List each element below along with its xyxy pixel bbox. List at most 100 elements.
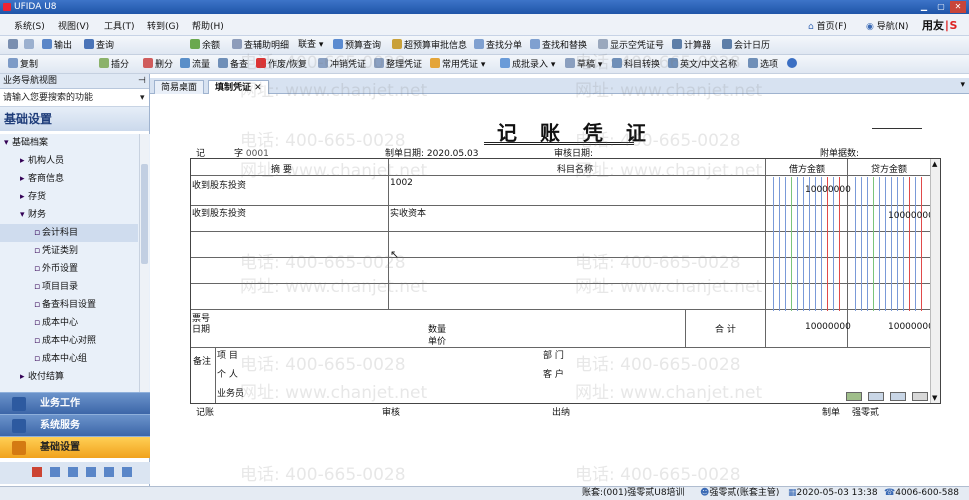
over-budget-button[interactable]: 超预算审批信息: [392, 39, 467, 52]
tree-item-finance[interactable]: ▾ 财务: [0, 206, 138, 224]
view-icon-4[interactable]: [912, 392, 928, 401]
find-split-button[interactable]: 查找分单: [474, 39, 522, 52]
link-query-button[interactable]: 联查 ▾: [298, 39, 323, 52]
menu-view[interactable]: 视图(V): [58, 19, 89, 32]
tree-item-inventory[interactable]: ▸ 存货: [0, 188, 138, 206]
quick-icon-6[interactable]: [122, 467, 132, 477]
department-label: 部 门: [543, 351, 564, 361]
menu-tools[interactable]: 工具(T): [104, 19, 135, 32]
print-button[interactable]: [8, 39, 20, 52]
tab-list-icon[interactable]: ▾: [960, 80, 965, 90]
tree-item-cost-center[interactable]: ▫ 成本中心: [0, 314, 138, 332]
accounting-calendar-button[interactable]: 会计日历: [722, 39, 770, 52]
tree-item-currency[interactable]: ▫ 外币设置: [0, 260, 138, 278]
maximize-icon[interactable]: ▢: [933, 1, 949, 13]
nav-header-label: 业务导航视图: [3, 76, 58, 86]
reverse-voucher-button[interactable]: 冲销凭证: [318, 58, 366, 71]
nav-scrollbar[interactable]: [139, 134, 149, 392]
find-replace-button[interactable]: 查找和替换: [530, 39, 587, 52]
tab-fill-voucher[interactable]: 填制凭证 ✕: [208, 80, 269, 94]
business-icon: [12, 397, 26, 411]
col-debit-header: 借方金额: [789, 165, 826, 175]
preview-button[interactable]: [24, 39, 36, 52]
tree-item-basic-archive[interactable]: ▾ 基础档案: [0, 134, 138, 152]
language-toggle-button[interactable]: 英文/中文名称: [668, 58, 737, 71]
options-button[interactable]: 选项: [748, 58, 778, 71]
void-restore-button[interactable]: 作废/恢复: [256, 58, 307, 71]
view-icon-1[interactable]: [846, 392, 862, 401]
show-empty-voucher-button[interactable]: 显示空凭证号: [598, 39, 664, 52]
salesman-label: 业务员: [217, 389, 245, 399]
account-convert-button[interactable]: 科目转换: [612, 58, 660, 71]
quick-icon-5[interactable]: [104, 467, 114, 477]
tree-item-project-catalog[interactable]: ▫ 项目目录: [0, 278, 138, 296]
row5-summary[interactable]: [192, 284, 388, 309]
menu-system[interactable]: 系统(S): [14, 19, 45, 32]
scroll-down-icon[interactable]: ▼: [932, 394, 937, 402]
aux-detail-button[interactable]: 查辅助明细: [232, 39, 289, 52]
tree-item-customer-vendor[interactable]: ▸ 客商信息: [0, 170, 138, 188]
menu-goto[interactable]: 转到(G): [147, 19, 179, 32]
export-button[interactable]: 输出: [42, 39, 72, 52]
row2-summary[interactable]: 收到股东投资: [192, 206, 246, 219]
chevron-down-icon[interactable]: ▾: [140, 89, 145, 107]
collapsed-icon: ▸: [20, 174, 25, 184]
quick-icon-2[interactable]: [50, 467, 60, 477]
view-icon-2[interactable]: [868, 392, 884, 401]
row1-account[interactable]: 1002: [390, 178, 413, 188]
organize-voucher-button[interactable]: 整理凭证: [374, 58, 422, 71]
common-voucher-button[interactable]: 常用凭证 ▾: [430, 58, 485, 71]
row1-summary[interactable]: 收到股东投资: [192, 178, 246, 191]
row3-summary[interactable]: [192, 232, 388, 257]
navigate-link[interactable]: ◉ 导航(N): [866, 19, 908, 32]
tree-item-cost-center-map[interactable]: ▫ 成本中心对照: [0, 332, 138, 350]
quick-icon-4[interactable]: [86, 467, 96, 477]
scroll-up-icon[interactable]: ▲: [932, 160, 937, 168]
query-button[interactable]: 查询: [84, 39, 114, 52]
nav-search-input[interactable]: 请输入您要搜索的功能 ▾: [0, 89, 149, 107]
budget-query-button[interactable]: 预算查询: [333, 39, 381, 52]
total-label: 合 计: [715, 325, 736, 335]
help-icon[interactable]: [787, 58, 799, 71]
copy-button[interactable]: 复制: [8, 58, 38, 71]
tree-item-memo-accounts[interactable]: ▫ 备查科目设置: [0, 296, 138, 314]
row1-debit[interactable]: 10000000: [805, 185, 851, 195]
quick-icon-3[interactable]: [68, 467, 78, 477]
tree-item-org-personnel[interactable]: ▸ 机构人员: [0, 152, 138, 170]
row2-account[interactable]: 实收资本: [390, 206, 426, 219]
module-system-service[interactable]: 系统服务: [0, 414, 150, 436]
balance-button[interactable]: 余额: [190, 39, 220, 52]
total-credit: 10000000: [888, 322, 934, 332]
delete-line-button[interactable]: 删分: [143, 58, 173, 71]
quick-icon-1[interactable]: [32, 467, 42, 477]
home-icon: ⌂: [808, 22, 817, 32]
minimize-icon[interactable]: ▁: [916, 1, 932, 13]
home-link[interactable]: ⌂ 首页(F): [808, 19, 847, 32]
insert-line-button[interactable]: 插分: [99, 58, 129, 71]
collapsed-icon: ▸: [20, 192, 25, 202]
close-icon[interactable]: ✕: [950, 1, 966, 13]
module-basic-settings[interactable]: 基础设置: [0, 436, 150, 458]
batch-entry-button[interactable]: 成批录入 ▾: [500, 58, 555, 71]
title-underline: [484, 142, 634, 145]
scroll-thumb[interactable]: [141, 164, 148, 264]
tree-item-cost-center-group[interactable]: ▫ 成本中心组: [0, 350, 138, 368]
maker-label: 制单: [822, 408, 841, 418]
pin-icon[interactable]: ⊣: [138, 74, 146, 89]
memo-button[interactable]: 备查: [218, 58, 248, 71]
voucher-scrollbar[interactable]: ▲ ▼: [930, 159, 940, 403]
draft-button[interactable]: 草稿 ▾: [565, 58, 602, 71]
tree-item-settlement[interactable]: ▸ 收付结算: [0, 368, 138, 386]
row2-credit[interactable]: 10000000: [888, 211, 934, 221]
cash-flow-button[interactable]: 流量: [180, 58, 210, 71]
menu-help[interactable]: 帮助(H): [192, 19, 224, 32]
tree-item-voucher-types[interactable]: ▫ 凭证类别: [0, 242, 138, 260]
nav-header: 业务导航视图 ⊣: [0, 74, 149, 89]
calculator-button[interactable]: 计算器: [672, 39, 711, 52]
module-business[interactable]: 业务工作: [0, 392, 150, 414]
tree-item-accounts[interactable]: ▫ 会计科目: [0, 224, 138, 242]
row4-summary[interactable]: [192, 258, 388, 283]
close-tab-icon[interactable]: ✕: [254, 83, 262, 93]
tab-simple-desktop[interactable]: 简易桌面: [154, 80, 205, 94]
view-icon-3[interactable]: [890, 392, 906, 401]
